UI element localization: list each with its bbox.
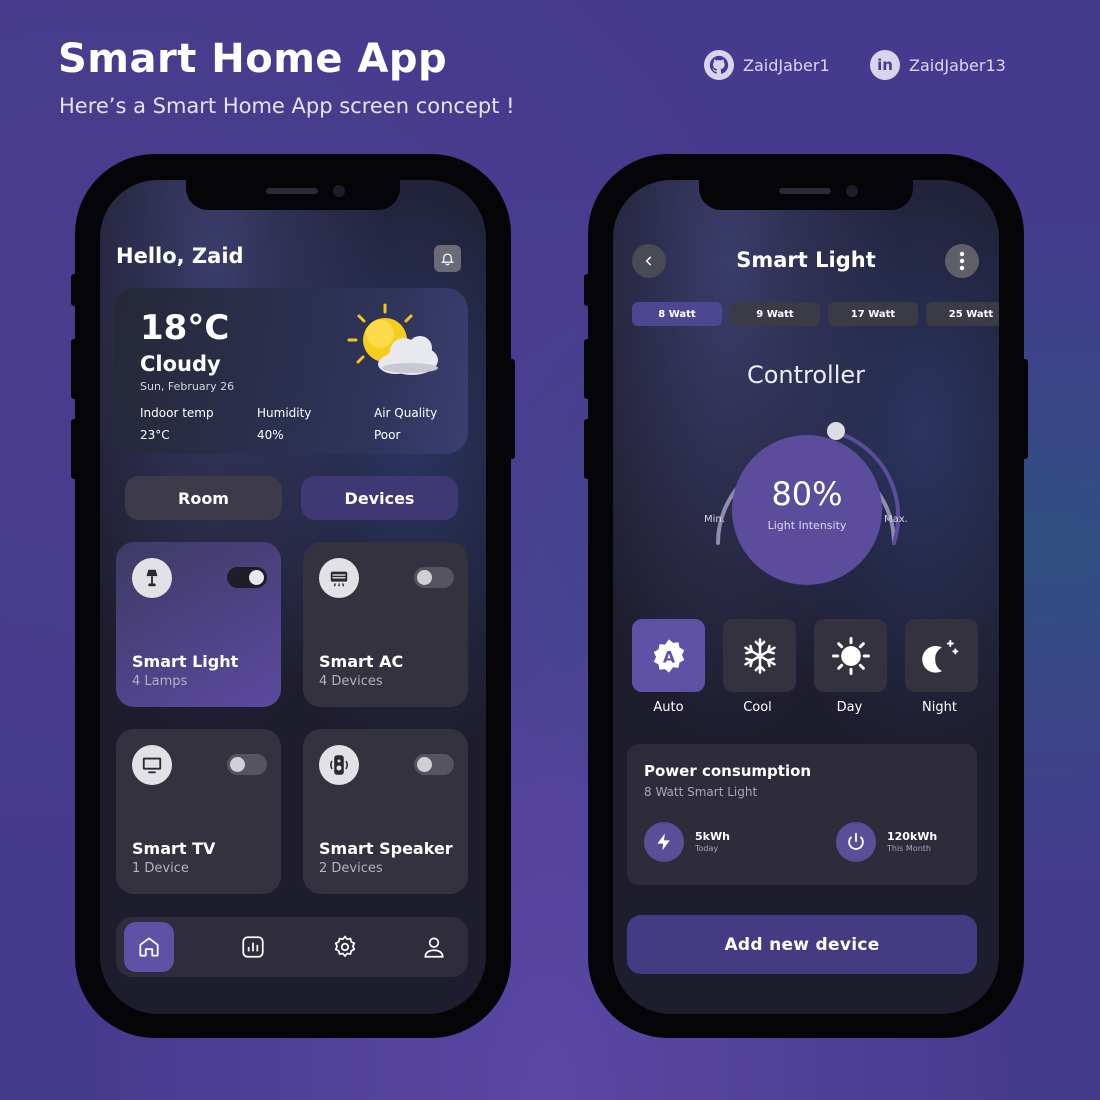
linkedin-icon: in — [870, 50, 900, 80]
device-count: 2 Devices — [319, 861, 383, 876]
github-icon — [704, 50, 734, 80]
wattage-selector: 8 Watt 9 Watt 17 Watt 25 Watt — [632, 302, 999, 328]
light-phone: Smart Light 8 Watt 9 Watt 17 Watt 25 Wat… — [584, 154, 1028, 1038]
chart-icon — [242, 936, 264, 958]
power-icon — [836, 822, 876, 862]
github-username: ZaidJaber1 — [743, 55, 830, 75]
controller-label: Controller — [746, 361, 866, 389]
device-count: 4 Lamps — [132, 674, 188, 689]
max-label: Max. — [884, 514, 908, 525]
watt-chip[interactable]: 17 Watt — [828, 302, 918, 326]
air-conditioner-icon — [319, 558, 359, 598]
device-card-smart-light[interactable]: Smart Light 4 Lamps — [116, 542, 281, 707]
mode-label: Auto — [653, 700, 684, 715]
intensity-value: 80% — [771, 474, 843, 513]
power-today-value: 5kWh — [695, 830, 730, 843]
watt-chip[interactable]: 25 Watt — [926, 302, 999, 326]
device-count: 1 Device — [132, 861, 189, 876]
github-link[interactable]: ZaidJaber1 — [704, 50, 830, 80]
intensity-label: Light Intensity — [767, 518, 847, 532]
mode-night-button[interactable] — [905, 619, 978, 692]
sun-cloud-icon — [344, 302, 444, 382]
tab-room[interactable]: Room — [125, 476, 282, 520]
screen-title: Smart Light — [736, 248, 876, 272]
intensity-circle: 80% Light Intensity — [732, 435, 882, 585]
more-button[interactable] — [945, 244, 979, 278]
mode-auto-button[interactable]: A — [632, 619, 705, 692]
indoor-temp-stat: Indoor temp 23°C — [140, 406, 214, 442]
device-name: Smart Light — [132, 652, 239, 671]
power-today-label: Today — [695, 844, 719, 853]
linkedin-username: ZaidJaber13 — [909, 55, 1006, 75]
weather-condition: Cloudy — [140, 352, 221, 376]
min-label: Min. — [704, 514, 725, 525]
power-consumption-card: Power consumption 8 Watt Smart Light 5kW… — [627, 744, 977, 885]
toggle-smart-tv[interactable] — [227, 754, 267, 775]
mode-label: Night — [922, 700, 957, 715]
mode-day-button[interactable] — [814, 619, 887, 692]
air-quality-stat: Air Quality Poor — [374, 406, 438, 442]
snowflake-icon — [743, 637, 776, 674]
user-icon — [424, 937, 444, 958]
linkedin-link[interactable]: in ZaidJaber13 — [870, 50, 1006, 80]
device-card-smart-tv[interactable]: Smart TV 1 Device — [116, 729, 281, 894]
power-subtitle: 8 Watt Smart Light — [644, 785, 758, 799]
page-title: Smart Home App — [58, 36, 448, 82]
bell-icon — [440, 253, 455, 266]
mode-cool-button[interactable] — [723, 619, 796, 692]
device-name: Smart AC — [319, 652, 404, 671]
lamp-icon — [132, 558, 172, 598]
nav-stats[interactable] — [228, 922, 278, 972]
watt-chip[interactable]: 8 Watt — [632, 302, 722, 326]
add-device-button[interactable]: Add new device — [627, 915, 977, 974]
device-card-smart-ac[interactable]: Smart AC 4 Devices — [303, 542, 468, 707]
device-count: 4 Devices — [319, 674, 383, 689]
mode-label: Day — [836, 700, 863, 715]
power-title: Power consumption — [644, 762, 812, 780]
weather-temp: 18°C — [140, 308, 230, 348]
toggle-smart-light[interactable] — [227, 567, 267, 588]
notification-button[interactable] — [434, 245, 461, 272]
toggle-smart-ac[interactable] — [414, 567, 454, 588]
tv-icon — [132, 745, 172, 785]
sun-icon — [831, 636, 870, 675]
dial-handle[interactable] — [827, 422, 845, 440]
home-screen: Hello, Zaid 18°C Cloudy Sun, February 26… — [100, 180, 486, 1014]
home-phone: Hello, Zaid 18°C Cloudy Sun, February 26… — [71, 154, 515, 1038]
greeting: Hello, Zaid — [116, 244, 244, 268]
toggle-smart-speaker[interactable] — [414, 754, 454, 775]
watt-chip[interactable]: 9 Watt — [730, 302, 820, 326]
more-vertical-icon — [959, 251, 965, 271]
svg-text:A: A — [662, 647, 675, 666]
light-screen: Smart Light 8 Watt 9 Watt 17 Watt 25 Wat… — [613, 180, 999, 1014]
home-icon — [139, 937, 159, 957]
page-subtitle: Here’s a Smart Home App screen concept ! — [59, 94, 515, 118]
device-name: Smart TV — [132, 839, 216, 858]
nav-settings[interactable] — [320, 922, 370, 972]
nav-home[interactable] — [124, 922, 174, 972]
lightning-icon — [644, 822, 684, 862]
device-name: Smart Speaker — [319, 839, 453, 858]
moon-icon — [921, 639, 958, 673]
auto-mode-icon: A — [653, 638, 684, 673]
weather-date: Sun, February 26 — [140, 380, 235, 393]
nav-profile[interactable] — [409, 922, 459, 972]
tab-devices[interactable]: Devices — [301, 476, 458, 520]
bottom-nav — [116, 917, 468, 977]
weather-card: 18°C Cloudy Sun, February 26 Indoor temp… — [114, 288, 468, 454]
power-month-label: This Month — [887, 844, 931, 853]
device-card-smart-speaker[interactable]: Smart Speaker 2 Devices — [303, 729, 468, 894]
speaker-icon — [319, 745, 359, 785]
mode-label: Cool — [743, 700, 772, 715]
gear-icon — [334, 935, 356, 958]
power-month-value: 120kWh — [887, 830, 938, 843]
humidity-stat: Humidity 40% — [257, 406, 312, 442]
